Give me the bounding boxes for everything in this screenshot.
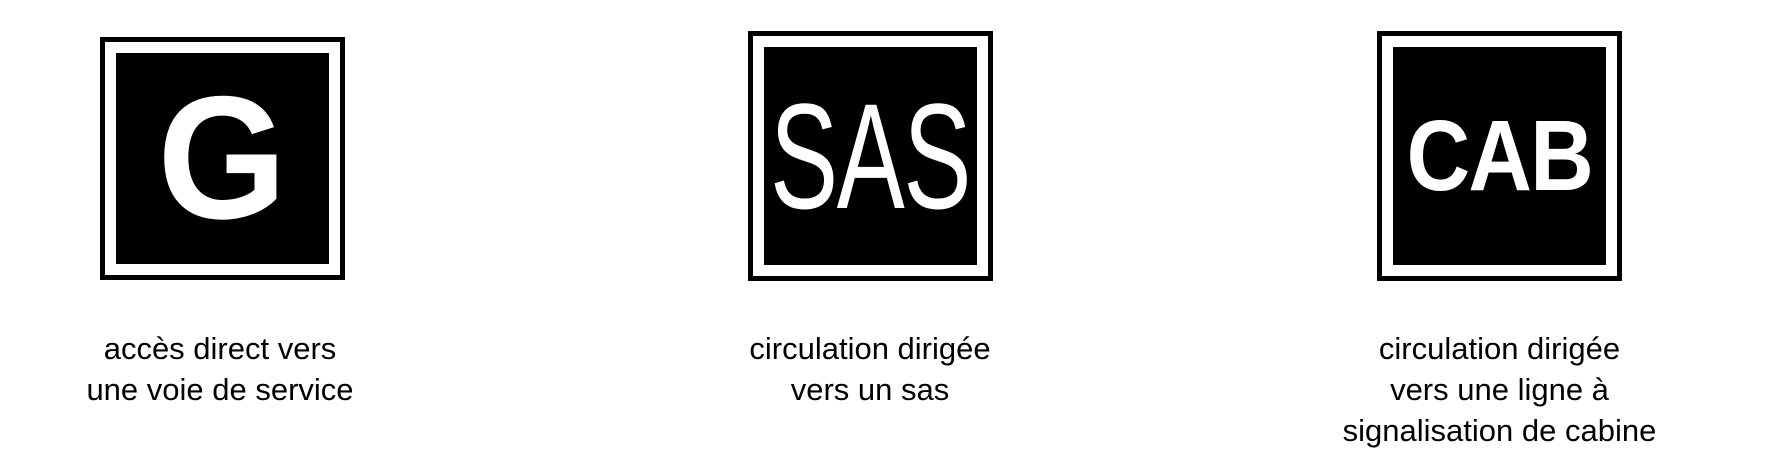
sign-g-letters: G [157,61,288,256]
sign-sas: SAS [748,31,993,281]
sign-cab: CAB [1377,31,1622,281]
sign-panel-cab: CAB circulation dirigée vers une ligne à… [1310,0,1689,462]
caption-line: vers un sas [790,372,950,407]
sign-panel-g: G accès direct vers une voie de service [0,0,440,462]
sign-panel-sas: SAS circulation dirigée vers un sas [700,0,1040,462]
caption-line: circulation dirigée [749,331,991,366]
caption-line: vers une ligne à [1390,372,1609,407]
sign-g: G [100,37,345,280]
caption-line: signalisation de cabine [1342,413,1657,448]
sign-cab-letters: CAB [1406,100,1594,212]
sign-cab-caption: circulation dirigée vers une ligne à sig… [1310,328,1689,451]
caption-line: une voie de service [86,372,354,407]
caption-line: circulation dirigée [1378,331,1621,366]
sign-sas-letters: SAS [770,72,971,240]
caption-line: accès direct vers [103,331,337,366]
sign-g-caption: accès direct vers une voie de service [0,328,440,410]
sign-sas-caption: circulation dirigée vers un sas [700,328,1040,410]
